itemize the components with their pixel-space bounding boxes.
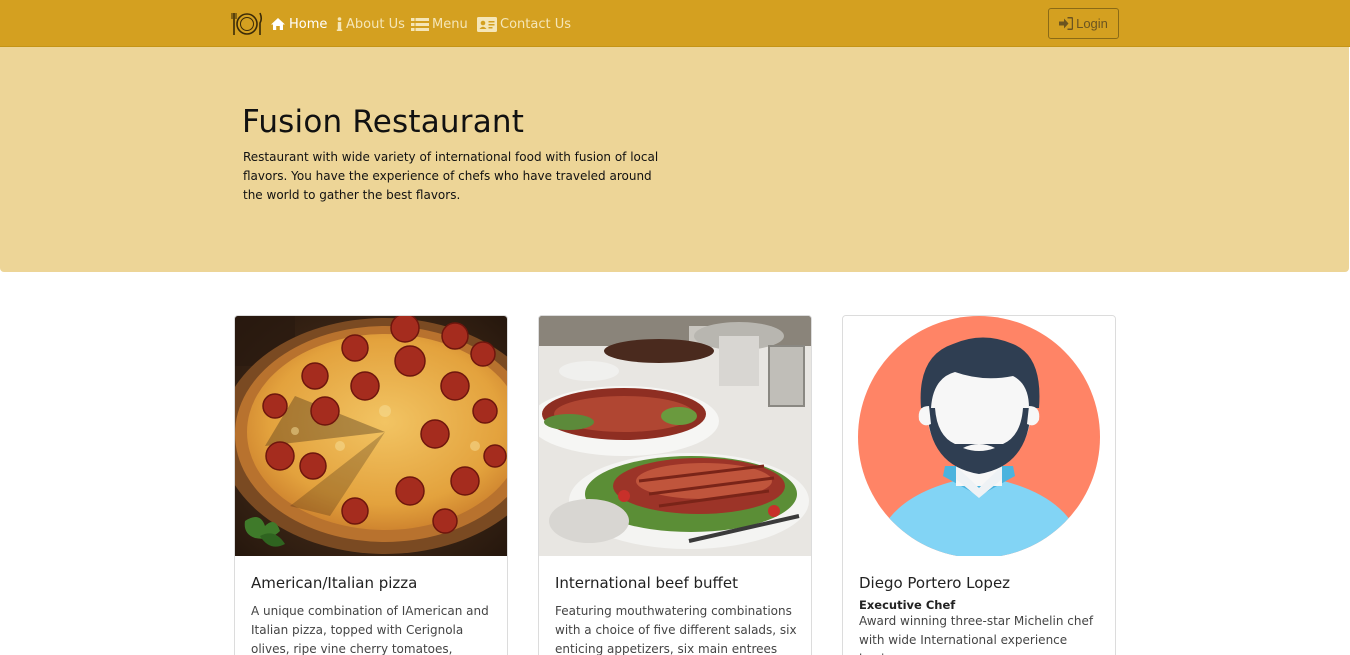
nav-home-label: Home: [289, 16, 328, 32]
sign-in-icon: [1059, 17, 1074, 30]
beef-buffet-photo: [539, 316, 811, 556]
chef-avatar-illustration: [843, 316, 1115, 556]
pepperoni-pizza-photo: [235, 316, 507, 556]
nav-contact-us-label: Contact Us: [500, 16, 571, 32]
card-title: American/Italian pizza: [251, 574, 418, 592]
card-text: Featuring mouthwatering combinations wit…: [555, 604, 797, 655]
address-card-icon: [477, 16, 497, 32]
card-pizza: American/Italian pizza A unique combinat…: [234, 315, 508, 655]
card-chef: Diego Portero Lopez Executive Chef Award…: [842, 315, 1116, 655]
hero-description: Restaurant with wide variety of internat…: [243, 150, 659, 202]
page-title: Fusion Restaurant: [242, 104, 525, 140]
nav-contact-us[interactable]: Contact Us: [477, 15, 571, 33]
hero-jumbotron: Fusion Restaurant Restaurant with wide v…: [0, 47, 1349, 272]
nav-menu[interactable]: Menu: [411, 15, 468, 33]
nav-about-us-label: About Us: [346, 16, 405, 32]
home-icon: [270, 17, 286, 31]
nav-menu-label: Menu: [432, 16, 468, 32]
nav-about-us[interactable]: About Us: [336, 15, 405, 33]
card-text: Award winning three-star Michelin chef w…: [859, 614, 1094, 655]
top-navbar: Home About Us Menu Contact Us Login: [0, 0, 1350, 47]
info-icon: [336, 16, 343, 32]
plate-cutlery-icon[interactable]: [231, 10, 263, 37]
card-buffet: International beef buffet Featuring mout…: [538, 315, 812, 655]
card-subtitle: Executive Chef: [859, 598, 956, 612]
login-button-label: Login: [1076, 16, 1108, 31]
card-text: A unique combination of IAmerican and It…: [251, 604, 489, 655]
login-button[interactable]: Login: [1048, 8, 1119, 39]
card-title: Diego Portero Lopez: [859, 574, 1011, 592]
list-icon: [411, 17, 429, 31]
card-title: International beef buffet: [555, 574, 739, 592]
nav-home[interactable]: Home: [270, 15, 327, 33]
